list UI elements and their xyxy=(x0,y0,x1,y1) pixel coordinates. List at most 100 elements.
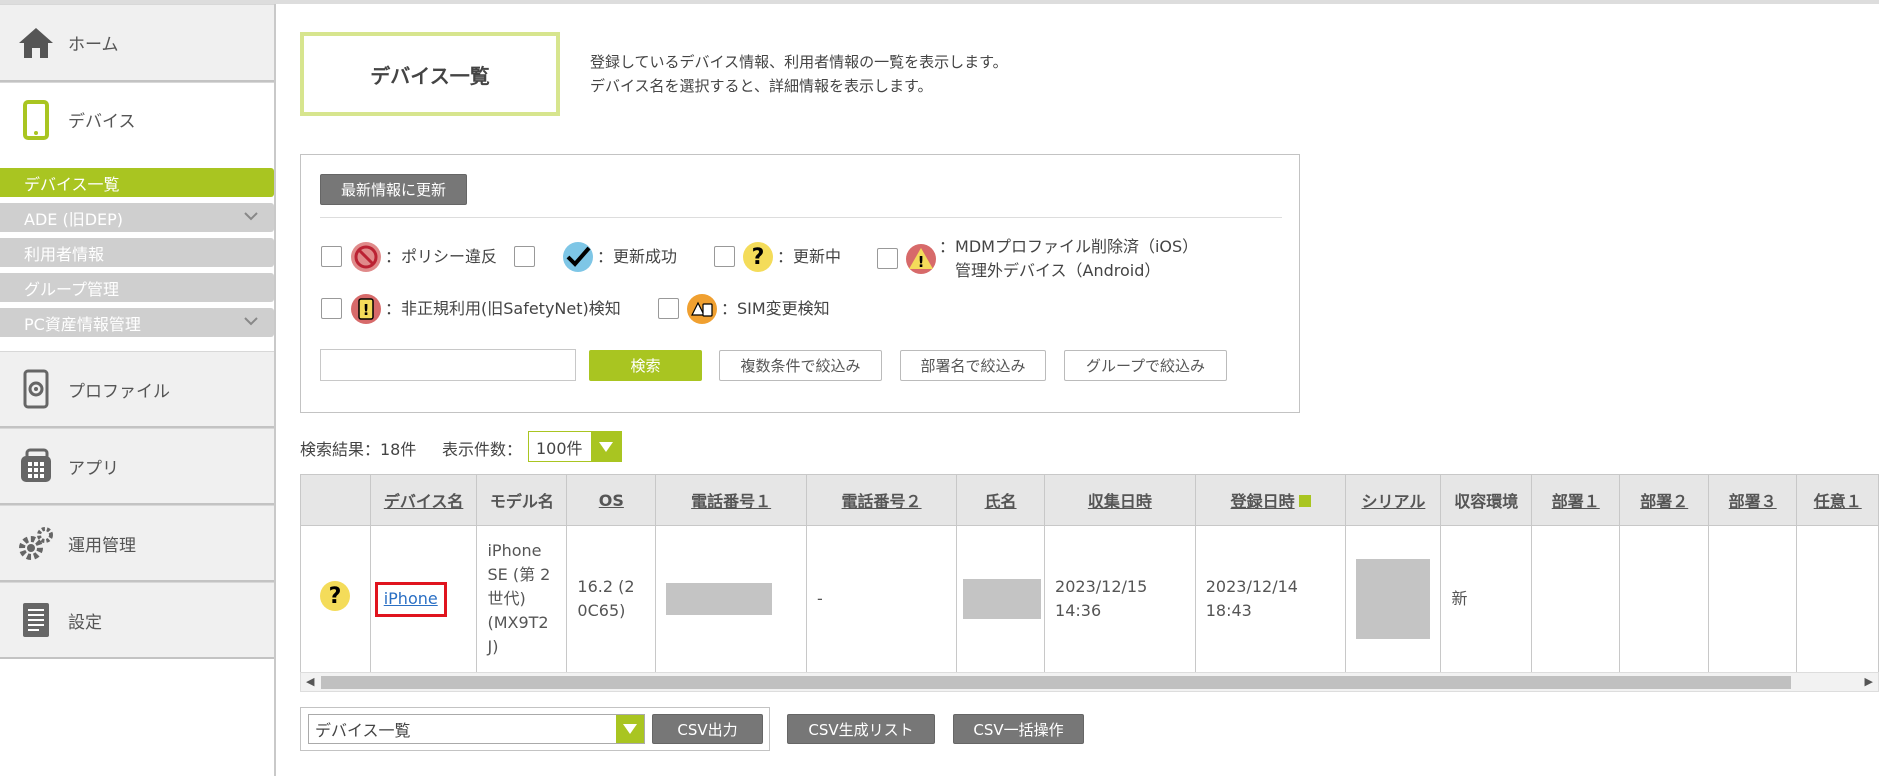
scroll-right-icon[interactable]: ▶ xyxy=(1865,675,1873,688)
status-cell: ? xyxy=(300,525,371,672)
highlight-box: iPhone xyxy=(374,581,447,617)
csv-generated-list-button[interactable]: CSV生成リスト xyxy=(787,714,935,744)
svg-text:?: ? xyxy=(752,245,765,270)
sidebar-item-users[interactable]: 利用者情報 xyxy=(0,238,274,267)
update-success-checkbox[interactable] xyxy=(514,246,535,267)
mdm-removed-checkbox[interactable] xyxy=(877,248,898,269)
dropdown-arrow-icon xyxy=(591,432,621,461)
column-header[interactable]: シリアル xyxy=(1345,474,1442,526)
warning-icon: ! xyxy=(906,244,936,274)
column-header[interactable]: 収集日時 xyxy=(1044,474,1196,526)
top-border xyxy=(0,0,1879,4)
model-cell: iPhone SE (第 2 世代) (MX9T2 J) xyxy=(476,525,568,672)
column-header[interactable]: 電話番号１ xyxy=(655,474,808,526)
updating-label: ：更新中 xyxy=(777,247,842,266)
home-icon xyxy=(16,23,56,63)
sidebar-item-ade[interactable]: ADE (旧DEP) xyxy=(0,203,274,232)
status-header xyxy=(300,474,371,526)
sidebar-item-label: PC資産情報管理 xyxy=(24,314,141,334)
search-button[interactable]: 検索 xyxy=(589,350,702,381)
updating-checkbox[interactable] xyxy=(714,246,735,267)
column-header[interactable]: 部署１ xyxy=(1531,474,1621,526)
nav-operations[interactable]: 運用管理 xyxy=(0,505,274,582)
result-count: 検索結果：18件 xyxy=(300,440,417,459)
group-filter-button[interactable]: グループで絞込み xyxy=(1064,350,1227,381)
dept3-cell xyxy=(1707,525,1798,672)
sim-change-label: ：SIM変更検知 xyxy=(721,299,830,318)
column-header[interactable]: 電話番号２ xyxy=(806,474,958,526)
redacted-block xyxy=(1356,559,1431,639)
column-header-registered[interactable]: 登録日時 xyxy=(1194,474,1347,526)
page-description: 登録しているデバイス情報、利用者情報の一覧を表示します。 デバイス名を選択すると… xyxy=(590,50,1008,98)
column-header[interactable]: 任意１ xyxy=(1796,474,1879,526)
dept2-cell xyxy=(1619,525,1709,672)
svg-text:!: ! xyxy=(918,253,925,271)
device-name-cell: iPhone xyxy=(369,525,478,672)
sidebar-item-pc-assets[interactable]: PC資産情報管理 xyxy=(0,308,274,337)
per-page-label: 表示件数： xyxy=(442,440,523,459)
sim-change-checkbox[interactable] xyxy=(658,298,679,319)
nav-app[interactable]: アプリ xyxy=(0,428,274,505)
nav-home-label: ホーム xyxy=(68,35,119,55)
nav-settings[interactable]: 設定 xyxy=(0,582,274,659)
department-filter-button[interactable]: 部署名で絞込み xyxy=(900,350,1046,381)
policy-violation-label: ：ポリシー違反 xyxy=(385,247,498,266)
collected-cell: 2023/12/15 14:36 xyxy=(1044,525,1196,672)
column-header: モデル名 xyxy=(476,474,568,526)
redacted-block xyxy=(666,583,773,615)
sim-icon xyxy=(687,294,717,324)
column-header[interactable]: OS xyxy=(566,474,657,526)
filter-panel: 最新情報に更新 ：ポリシー違反 ：更新成功 ? ：更新中 ! ：MDMプロファイ… xyxy=(300,154,1300,413)
mdm-line-1: ：MDMプロファイル削除済（iOS） xyxy=(939,235,1198,259)
policy-violation-checkbox[interactable] xyxy=(321,246,342,267)
description-line-2: デバイス名を選択すると、詳細情報を表示します。 xyxy=(590,77,933,95)
sidebar-item-device-list[interactable]: デバイス一覧 xyxy=(0,168,274,197)
nav-app-label: アプリ xyxy=(68,458,119,479)
sidebar: ホーム デバイス デバイス一覧 ADE (旧DEP) 利用者情報 グループ管理 … xyxy=(0,4,276,776)
registered-cell: 2023/12/14 18:43 xyxy=(1194,525,1347,672)
per-page-select[interactable]: 100件 xyxy=(528,431,622,462)
per-page-value: 100件 xyxy=(536,438,583,458)
nav-device[interactable]: デバイス xyxy=(0,82,274,156)
svg-text:?: ? xyxy=(329,584,342,609)
nav-home[interactable]: ホーム xyxy=(0,4,274,82)
nav-profile-label: プロファイル xyxy=(68,381,170,402)
column-header[interactable]: 部署３ xyxy=(1707,474,1798,526)
mdm-removed-label: ：MDMプロファイル削除済（iOS） 管理外デバイス（Android） xyxy=(939,235,1198,283)
scrollbar-thumb[interactable] xyxy=(321,676,1791,689)
table-header-row: デバイス名 モデル名 OS 電話番号１ 電話番号２ 氏名 収集日時 登録日時 シ… xyxy=(300,474,1879,526)
column-header[interactable]: 部署２ xyxy=(1619,474,1709,526)
multi-condition-filter-button[interactable]: 複数条件で絞込み xyxy=(719,350,882,381)
smartphone-icon xyxy=(16,99,56,140)
csv-export-box: デバイス一覧 CSV出力 xyxy=(300,707,770,751)
search-input[interactable] xyxy=(320,349,576,381)
phone1-cell xyxy=(655,525,808,672)
horizontal-scrollbar[interactable]: ◀ ▶ xyxy=(300,672,1879,692)
column-header[interactable]: デバイス名 xyxy=(369,474,478,526)
optional1-cell xyxy=(1796,525,1879,672)
nav-settings-label: 設定 xyxy=(68,612,102,633)
csv-output-button[interactable]: CSV出力 xyxy=(652,714,763,744)
nav-profile[interactable]: プロファイル xyxy=(0,351,274,428)
sidebar-item-groups[interactable]: グループ管理 xyxy=(0,273,274,302)
divider xyxy=(320,217,1282,218)
device-name-link[interactable]: iPhone xyxy=(384,589,438,608)
device-submenu: デバイス一覧 ADE (旧DEP) 利用者情報 グループ管理 PC資産情報管理 xyxy=(0,156,274,351)
check-icon xyxy=(563,242,593,272)
refresh-button[interactable]: 最新情報に更新 xyxy=(320,174,467,205)
csv-bulk-operation-button[interactable]: CSV一括操作 xyxy=(953,714,1084,744)
export-type-select[interactable]: デバイス一覧 xyxy=(308,714,645,744)
device-table: デバイス名 モデル名 OS 電話番号１ 電話番号２ 氏名 収集日時 登録日時 シ… xyxy=(300,474,1879,672)
column-header[interactable]: 氏名 xyxy=(956,474,1046,526)
mdm-line-1-text: MDMプロファイル削除済（iOS） xyxy=(955,237,1199,256)
sidebar-item-label: ADE (旧DEP) xyxy=(24,209,124,229)
svg-text:!: ! xyxy=(363,301,370,319)
scroll-left-icon[interactable]: ◀ xyxy=(306,675,314,688)
nav-device-label: デバイス xyxy=(68,112,136,132)
safetynet-checkbox[interactable] xyxy=(321,298,342,319)
sort-icon xyxy=(1298,494,1311,507)
mdm-line-2: 管理外デバイス（Android） xyxy=(955,261,1161,280)
name-cell xyxy=(956,525,1046,672)
sidebar-item-label: 利用者情報 xyxy=(24,244,105,264)
question-icon: ? xyxy=(320,580,351,611)
